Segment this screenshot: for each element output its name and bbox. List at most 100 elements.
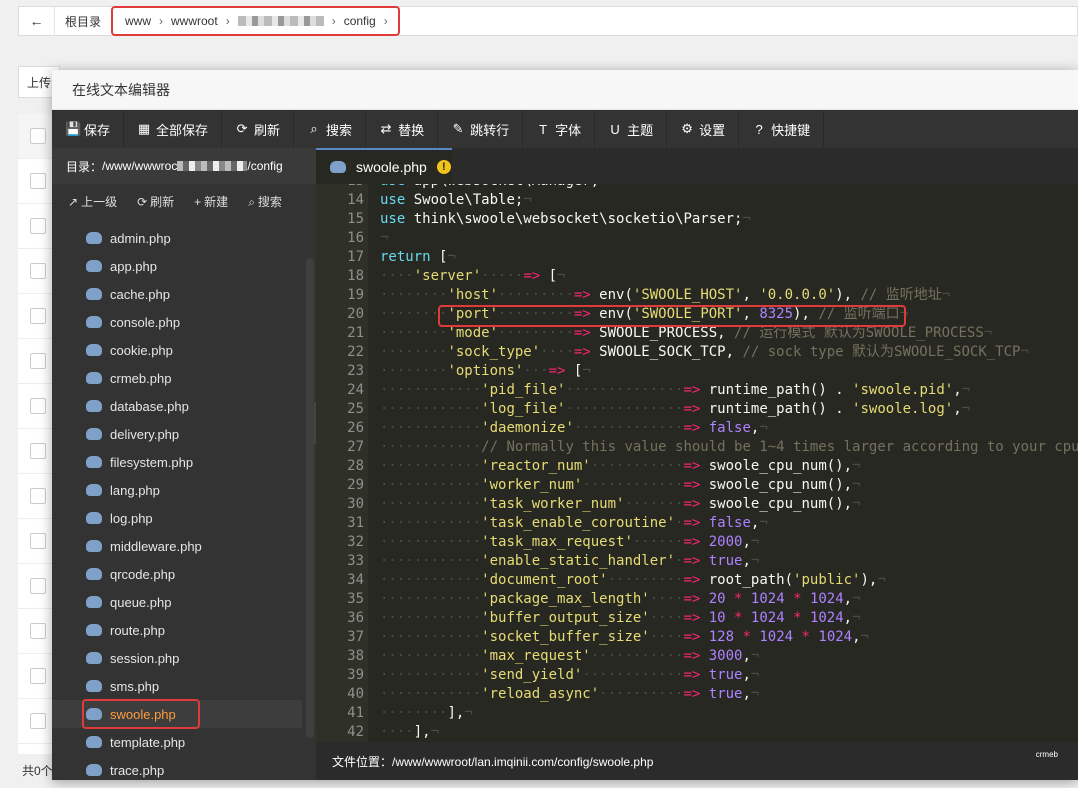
code-line[interactable]: 23 ········'options'···=> [¬ — [316, 362, 1078, 381]
root-dir-link[interactable]: 根目录 — [55, 13, 111, 30]
list-item[interactable]: delivery.php — [52, 420, 302, 448]
tool-save-button[interactable]: 💾 保存 — [52, 110, 125, 148]
code-text: ········'options'···=> [¬ — [380, 363, 591, 379]
list-item[interactable]: qrcode.php — [52, 560, 302, 588]
code-editor[interactable]: 13 use app\websocket\Manager; 14 use Swoole… — [316, 184, 1078, 742]
code-line[interactable]: 35 ············'package_max_length'····=>… — [316, 590, 1078, 609]
refresh-icon: ⟳ — [236, 121, 248, 136]
code-line[interactable]: 38 ············'max_request'···········=>… — [316, 647, 1078, 666]
arrow-left-icon[interactable]: ← — [19, 7, 55, 35]
code-line[interactable]: 30 ············'task_worker_num'·······=>… — [316, 495, 1078, 514]
list-item[interactable]: template.php — [52, 728, 302, 756]
row-checkbox[interactable] — [30, 713, 46, 729]
tool-label: 快捷键 — [771, 122, 811, 138]
tool-replace-button[interactable]: ⇄ 替换 — [366, 110, 439, 148]
crumb-www[interactable]: www — [125, 14, 151, 28]
crumb-config[interactable]: config — [344, 14, 376, 28]
line-number: 15 — [347, 211, 364, 227]
list-item[interactable]: sms.php — [52, 672, 302, 700]
code-line[interactable]: 18 ····'server'·····=> [¬ — [316, 267, 1078, 286]
tool-refresh-button[interactable]: ⟳ 刷新 — [222, 110, 295, 148]
sidebar-action-arrow-up[interactable]: ↗ 上一级 — [68, 193, 117, 210]
row-checkbox[interactable] — [30, 488, 46, 504]
code-line[interactable]: 39 ············'send_yield'············=>… — [316, 666, 1078, 685]
code-line[interactable]: 33 ············'enable_static_handler'·=>… — [316, 552, 1078, 571]
row-checkbox[interactable] — [30, 443, 46, 459]
code-line[interactable]: 25 ············'log_file'··············=>… — [316, 400, 1078, 419]
redacted-crumb — [237, 16, 324, 26]
list-item[interactable]: middleware.php — [52, 532, 302, 560]
tool-theme-button[interactable]: U 主题 — [595, 110, 668, 148]
tab-label: swoole.php — [356, 159, 427, 175]
code-text: return [¬ — [380, 249, 456, 265]
tool-label: 字体 — [555, 122, 582, 138]
php-file-icon — [86, 540, 102, 552]
code-line[interactable]: 34 ············'document_root'·········=>… — [316, 571, 1078, 590]
code-line[interactable]: 15 use think\swoole\websocket\socketio\Pa… — [316, 210, 1078, 229]
replace-icon: ⇄ — [380, 121, 392, 136]
line-number: 24 — [347, 382, 364, 398]
row-checkbox[interactable] — [30, 308, 46, 324]
code-line[interactable]: 32 ············'task_max_request'······=>… — [316, 533, 1078, 552]
list-item[interactable]: session.php — [52, 644, 302, 672]
code-line[interactable]: 26 ············'daemonize'·············=>… — [316, 419, 1078, 438]
tool-font-button[interactable]: T 字体 — [523, 110, 596, 148]
code-line[interactable]: 41 ········],¬ — [316, 704, 1078, 723]
select-all-checkbox[interactable] — [30, 128, 46, 144]
code-line[interactable]: 28 ············'reactor_num'···········=>… — [316, 457, 1078, 476]
code-line[interactable]: 17 return [¬ — [316, 248, 1078, 267]
php-file-icon — [86, 596, 102, 608]
code-line[interactable]: 14 use Swoole\Table;¬ — [316, 191, 1078, 210]
sidebar-action-refresh[interactable]: ⟳ 刷新 — [137, 193, 174, 210]
list-item[interactable]: cookie.php — [52, 336, 302, 364]
code-line[interactable]: 13 use app\websocket\Manager; — [316, 184, 1078, 191]
code-text: ············'task_worker_num'·······=> s… — [380, 496, 861, 512]
tab-swoole-php[interactable]: swoole.php ! — [316, 148, 452, 184]
row-checkbox[interactable] — [30, 578, 46, 594]
list-item[interactable]: filesystem.php — [52, 448, 302, 476]
row-checkbox[interactable] — [30, 668, 46, 684]
code-line[interactable]: 22 ········'sock_type'····=> SWOOLE_SOCK_… — [316, 343, 1078, 362]
code-line[interactable]: 29 ············'worker_num'············=>… — [316, 476, 1078, 495]
code-line[interactable]: 37 ············'socket_buffer_size'····=>… — [316, 628, 1078, 647]
code-line[interactable]: 31 ············'task_enable_coroutine'·=>… — [316, 514, 1078, 533]
code-line[interactable]: 40 ············'reload_async'··········=>… — [316, 685, 1078, 704]
code-line[interactable]: 24 ············'pid_file'··············=>… — [316, 381, 1078, 400]
list-item[interactable]: crmeb.php — [52, 364, 302, 392]
row-checkbox[interactable] — [30, 173, 46, 189]
code-line[interactable]: 27 ············// Normally this value sho… — [316, 438, 1078, 457]
row-checkbox[interactable] — [30, 353, 46, 369]
row-checkbox[interactable] — [30, 533, 46, 549]
code-line[interactable]: 42 ····],¬ — [316, 723, 1078, 742]
list-item[interactable]: lang.php — [52, 476, 302, 504]
tool-help-button[interactable]: ? 快捷键 — [739, 110, 825, 148]
sidebar-action-search[interactable]: ⌕ 搜索 — [248, 193, 282, 210]
list-item[interactable]: queue.php — [52, 588, 302, 616]
row-checkbox[interactable] — [30, 218, 46, 234]
list-item[interactable]: log.php — [52, 504, 302, 532]
list-item[interactable]: route.php — [52, 616, 302, 644]
code-line[interactable]: 16 ¬ — [316, 229, 1078, 248]
tool-gear-button[interactable]: ⚙ 设置 — [667, 110, 740, 148]
row-checkbox[interactable] — [30, 398, 46, 414]
code-line[interactable]: 36 ············'buffer_output_size'····=>… — [316, 609, 1078, 628]
list-item[interactable]: app.php — [52, 252, 302, 280]
row-checkbox[interactable] — [30, 263, 46, 279]
code-line[interactable]: 19 ········'host'·········=> env('SWOOLE_… — [316, 286, 1078, 305]
sidebar-action-label: 新建 — [204, 194, 229, 209]
crumb-wwwroot[interactable]: wwwroot — [171, 14, 218, 28]
tool-pin-button[interactable]: ✎ 跳转行 — [438, 110, 524, 148]
list-item[interactable]: admin.php — [52, 224, 302, 252]
list-item[interactable]: console.php — [52, 308, 302, 336]
sidebar-scrollbar[interactable] — [306, 258, 314, 738]
list-item[interactable]: trace.php — [52, 756, 302, 784]
list-item[interactable]: swoole.php — [52, 699, 302, 729]
tool-search-button[interactable]: ⌕ 搜索 — [294, 110, 367, 148]
list-item[interactable]: database.php — [52, 392, 302, 420]
tool-save-all-button[interactable]: ▦ 全部保存 — [124, 110, 223, 148]
list-item[interactable]: cache.php — [52, 280, 302, 308]
tool-label: 刷新 — [254, 122, 281, 138]
sidebar-action-plus[interactable]: + 新建 — [194, 193, 228, 210]
file-name: cache.php — [110, 286, 170, 302]
row-checkbox[interactable] — [30, 623, 46, 639]
